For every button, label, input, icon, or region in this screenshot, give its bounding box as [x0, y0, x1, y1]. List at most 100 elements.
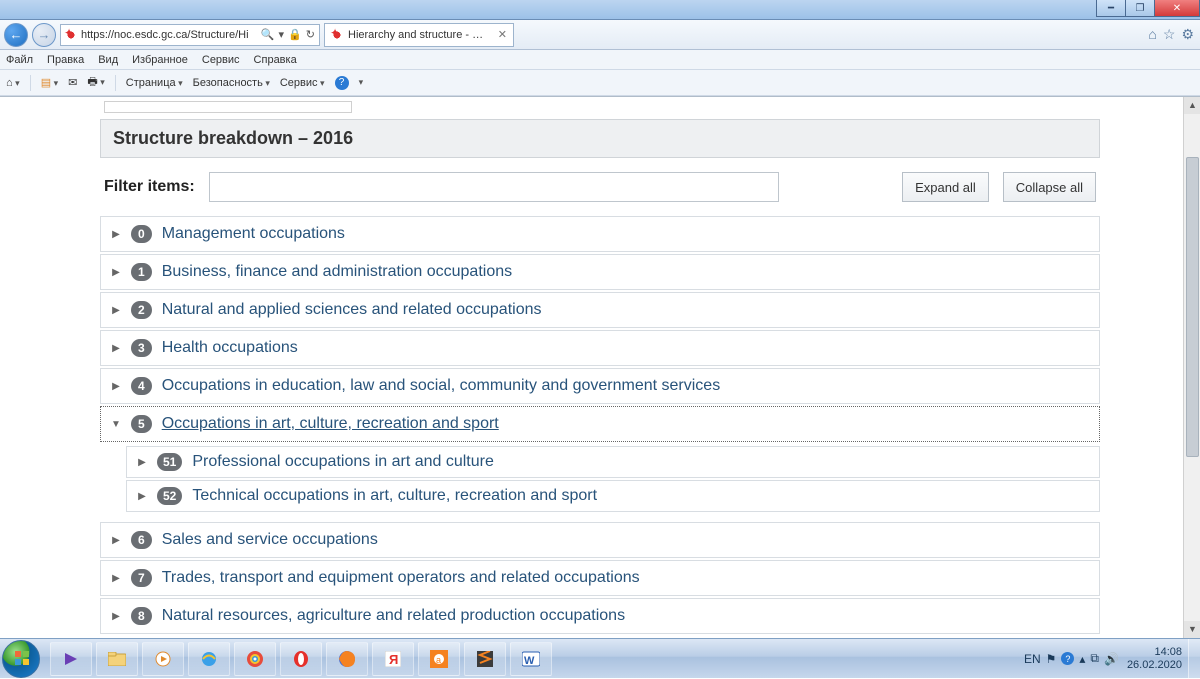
occupation-link[interactable]: Management occupations — [162, 225, 345, 243]
window-maximize-button[interactable]: ❐ — [1125, 0, 1155, 17]
tree-item-3[interactable]: ▶ 3 Health occupations — [100, 330, 1100, 366]
show-desktop-button[interactable] — [1188, 639, 1200, 679]
expand-all-button[interactable]: Expand all — [902, 172, 989, 202]
cmd-page-menu[interactable]: Страница — [126, 77, 183, 89]
occupation-link[interactable]: Natural and applied sciences and related… — [162, 301, 542, 319]
vertical-scrollbar[interactable]: ▲ ▼ — [1183, 97, 1200, 638]
taskbar-app-firefox[interactable] — [326, 642, 368, 676]
scroll-thumb[interactable] — [1186, 157, 1199, 457]
taskbar-app-opera[interactable] — [280, 642, 322, 676]
occupation-code: 0 — [131, 225, 152, 243]
toggle-arrow-icon[interactable]: ▼ — [111, 419, 121, 430]
svg-text:Я: Я — [389, 652, 398, 667]
menu-view[interactable]: Вид — [98, 54, 118, 66]
tree-children-5: ▶ 51 Professional occupations in art and c… — [126, 446, 1100, 512]
taskbar: Я a W EN ⚑ ? ▴ ⧉ 🔊 14:08 26.02.2020 — [0, 638, 1200, 678]
toggle-arrow-icon[interactable]: ▶ — [137, 491, 147, 502]
occupation-link[interactable]: Trades, transport and equipment operator… — [162, 569, 640, 587]
back-button[interactable]: ← — [4, 23, 28, 47]
tree-item-52[interactable]: ▶52Technical occupations in art, culture… — [126, 480, 1100, 512]
taskbar-app-wmp[interactable] — [142, 642, 184, 676]
section-title: Structure breakdown – 2016 — [100, 119, 1100, 158]
cmd-service-menu[interactable]: Сервис — [280, 77, 325, 89]
occupation-code: 51 — [157, 453, 182, 471]
taskbar-app-avast[interactable]: a — [418, 642, 460, 676]
tree-item-7[interactable]: ▶7Trades, transport and equipment operat… — [100, 560, 1100, 596]
occupation-link[interactable]: Occupations in art, culture, recreation … — [162, 415, 499, 433]
toggle-arrow-icon[interactable]: ▶ — [111, 535, 121, 546]
menu-help[interactable]: Справка — [254, 54, 297, 66]
tree-item-6[interactable]: ▶6Sales and service occupations — [100, 522, 1100, 558]
window-minimize-button[interactable]: ━ — [1096, 0, 1126, 17]
cmd-rss-icon[interactable]: ▤ — [41, 76, 58, 89]
tab-close-icon[interactable]: ✕ — [498, 28, 507, 41]
cmd-mail-icon[interactable]: ✉ — [68, 76, 77, 89]
occupation-link[interactable]: Professional occupations in art and cult… — [192, 453, 494, 471]
occupation-link[interactable]: Natural resources, agriculture and relat… — [162, 607, 625, 625]
favorites-icon[interactable]: ☆ — [1163, 26, 1176, 43]
toggle-arrow-icon[interactable]: ▶ — [111, 611, 121, 622]
tree-item-2[interactable]: ▶2Natural and applied sciences and relat… — [100, 292, 1100, 328]
lock-icon: 🔒 — [288, 28, 302, 41]
tree-item-1[interactable]: ▶1Business, finance and administration o… — [100, 254, 1100, 290]
url-text: https://noc.esdc.gc.ca/Structure/Hi — [81, 29, 257, 41]
window-close-button[interactable]: ✕ — [1154, 0, 1200, 17]
tab-title: Hierarchy and structure - C... — [348, 29, 489, 41]
menu-service[interactable]: Сервис — [202, 54, 240, 66]
tray-network-icon[interactable]: ⧉ — [1090, 651, 1099, 666]
forward-button[interactable]: → — [32, 23, 56, 47]
collapsed-panel — [104, 101, 352, 113]
collapse-all-button[interactable]: Collapse all — [1003, 172, 1096, 202]
tray-volume-icon[interactable]: 🔊 — [1104, 652, 1119, 666]
toggle-arrow-icon[interactable]: ▶ — [111, 267, 121, 278]
taskbar-app-explorer[interactable] — [96, 642, 138, 676]
svg-text:W: W — [524, 655, 535, 667]
taskbar-app-sublime[interactable] — [464, 642, 506, 676]
home-icon[interactable]: ⌂ — [1148, 26, 1156, 43]
menu-file[interactable]: Файл — [6, 54, 33, 66]
occupation-link[interactable]: Health occupations — [162, 339, 298, 357]
tree-item-5[interactable]: ▼5Occupations in art, culture, recreatio… — [100, 406, 1100, 442]
taskbar-app-word[interactable]: W — [510, 642, 552, 676]
toggle-arrow-icon[interactable]: ▶ — [111, 305, 121, 316]
address-bar[interactable]: https://noc.esdc.gc.ca/Structure/Hi 🔍▾ 🔒… — [60, 24, 320, 46]
occupation-link[interactable]: Business, finance and administration occ… — [162, 263, 512, 281]
tray-icon-flag[interactable]: ⚑ — [1046, 652, 1057, 666]
tray-clock[interactable]: 14:08 26.02.2020 — [1127, 646, 1182, 672]
taskbar-app-ie[interactable] — [188, 642, 230, 676]
toggle-arrow-icon[interactable]: ▶ — [111, 343, 121, 354]
occupation-link[interactable]: Occupations in education, law and social… — [162, 377, 721, 395]
taskbar-app-yandex[interactable]: Я — [372, 642, 414, 676]
scroll-up-icon[interactable]: ▲ — [1184, 97, 1200, 114]
taskbar-app-chrome[interactable] — [234, 642, 276, 676]
browser-tab[interactable]: Hierarchy and structure - C... ✕ — [324, 23, 514, 47]
filter-input[interactable] — [209, 172, 779, 202]
cmd-help-icon[interactable]: ? — [335, 76, 349, 90]
tree-item-4[interactable]: ▶4Occupations in education, law and soci… — [100, 368, 1100, 404]
tree-item-51[interactable]: ▶ 51 Professional occupations in art and c… — [126, 446, 1100, 478]
tree-item-8[interactable]: ▶8Natural resources, agriculture and rel… — [100, 598, 1100, 634]
tools-icon[interactable]: ⚙ — [1181, 26, 1194, 43]
toggle-arrow-icon[interactable]: ▶ — [111, 229, 121, 240]
tray-icon-help[interactable]: ? — [1061, 652, 1074, 665]
toggle-arrow-icon[interactable]: ▶ — [137, 457, 147, 468]
search-icon[interactable]: 🔍 — [261, 28, 275, 41]
occupation-link[interactable]: Technical occupations in art, culture, r… — [192, 487, 597, 505]
tray-lang[interactable]: EN — [1024, 652, 1041, 666]
tree-item-0[interactable]: ▶ 0 Management occupations — [100, 216, 1100, 252]
occupation-link[interactable]: Sales and service occupations — [162, 531, 378, 549]
toggle-arrow-icon[interactable]: ▶ — [111, 381, 121, 392]
menu-favorites[interactable]: Избранное — [132, 54, 188, 66]
refresh-icon[interactable]: ↻ — [306, 28, 315, 41]
cmd-home-icon[interactable]: ⌂ — [6, 77, 20, 89]
occupation-code: 3 — [131, 339, 152, 357]
cmd-print-icon[interactable]: 🖶 — [87, 73, 104, 92]
menu-edit[interactable]: Правка — [47, 54, 84, 66]
cmd-safety-menu[interactable]: Безопасность — [193, 77, 270, 89]
tab-favicon-icon — [331, 29, 343, 41]
toggle-arrow-icon[interactable]: ▶ — [111, 573, 121, 584]
taskbar-app-mediaplayer[interactable] — [50, 642, 92, 676]
scroll-down-icon[interactable]: ▼ — [1184, 621, 1200, 638]
tray-expand-icon[interactable]: ▴ — [1079, 652, 1085, 666]
start-button[interactable] — [2, 640, 40, 678]
